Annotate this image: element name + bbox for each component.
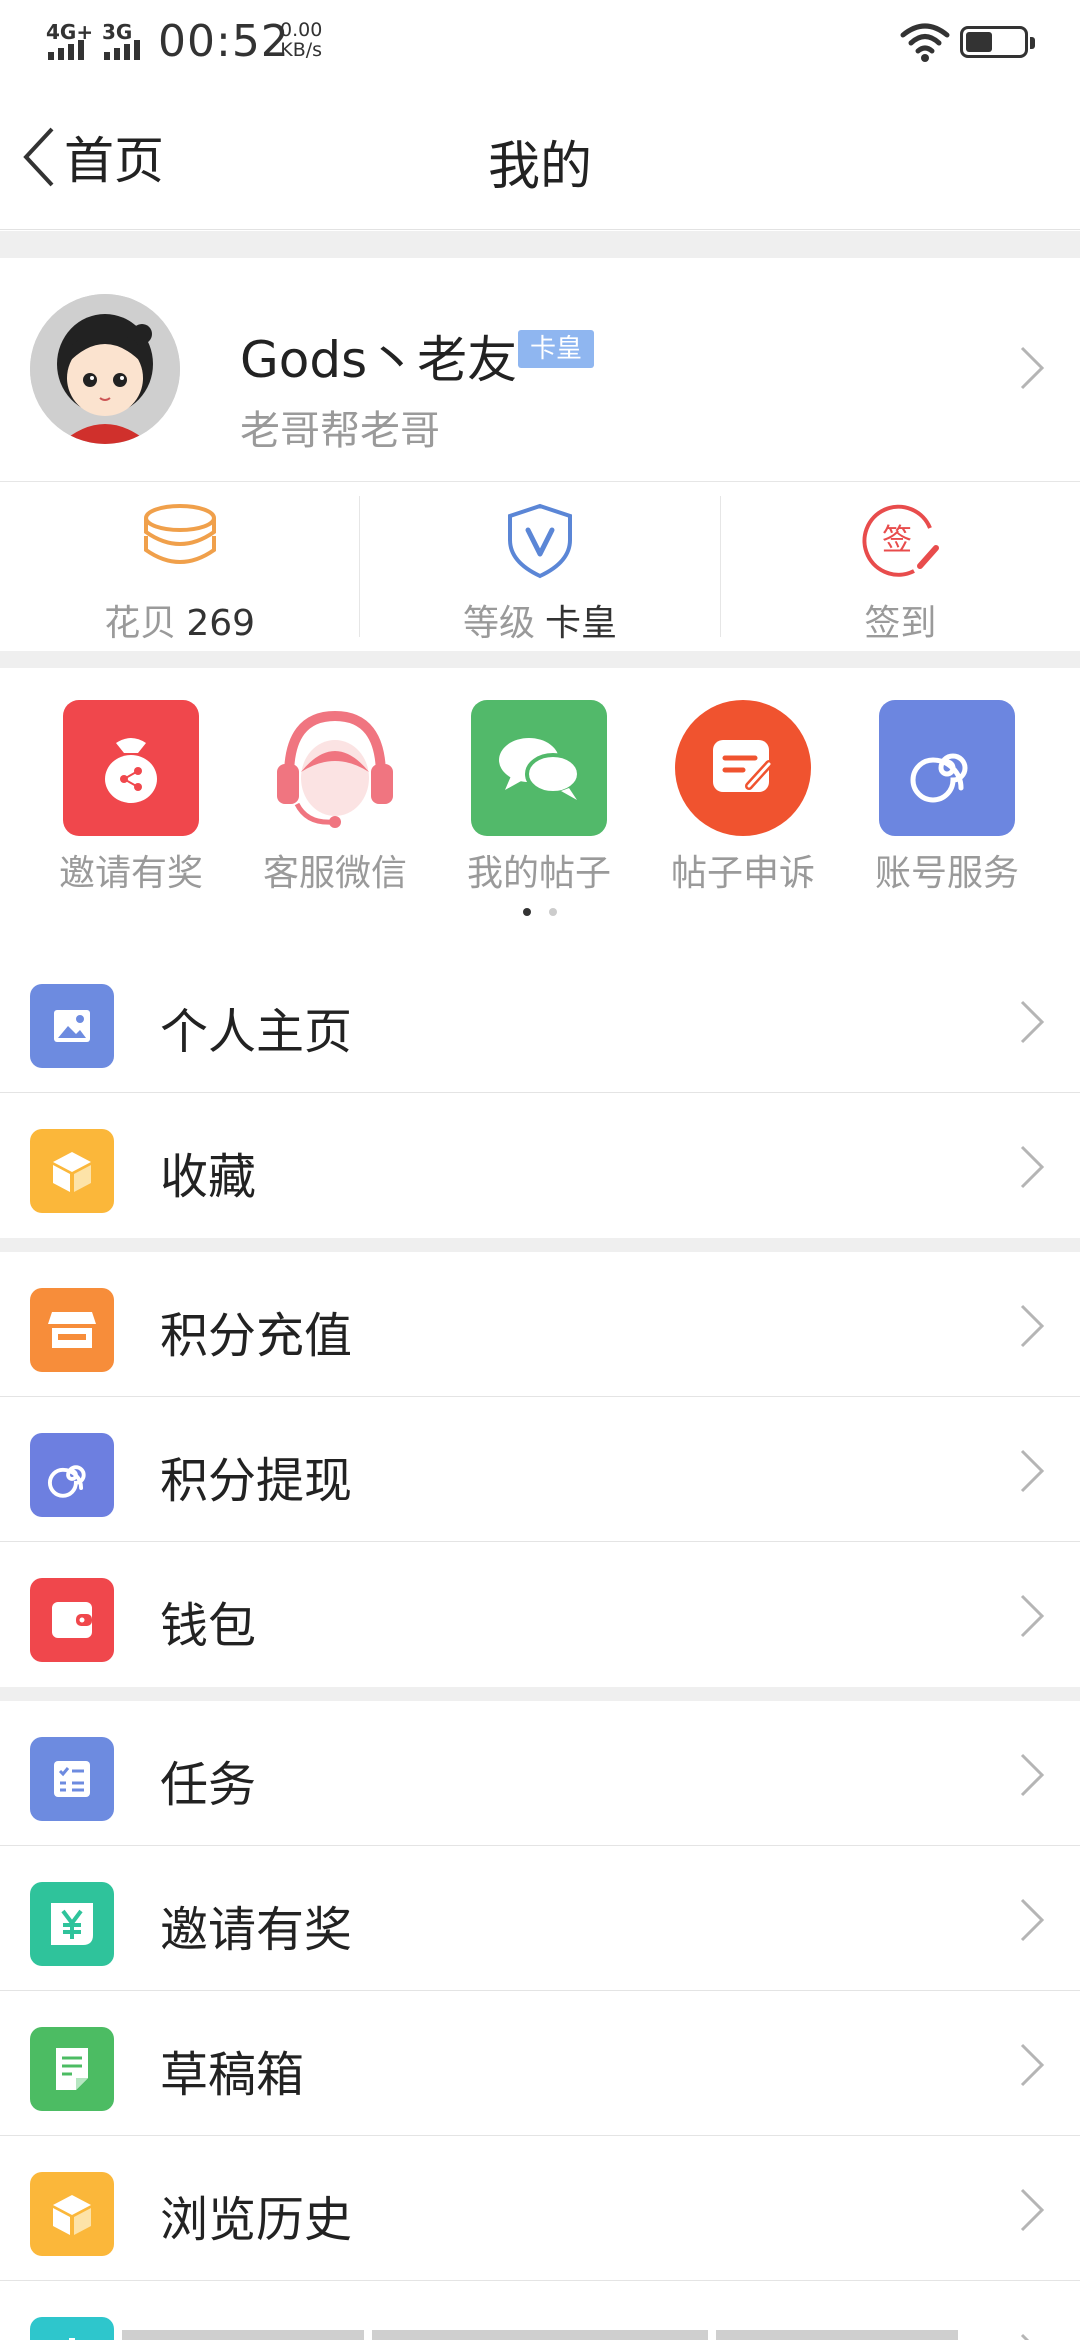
- sign-in-icon: 签: [862, 504, 940, 577]
- shortcut-label: 帖子申诉: [670, 853, 815, 894]
- network-speed-unit: KB/s: [280, 39, 323, 61]
- chevron-right-icon: [1020, 2043, 1045, 2087]
- shield-v-icon: [507, 503, 572, 579]
- battery-icon: [960, 26, 1035, 58]
- wifi-icon: [900, 23, 950, 62]
- chevron-right-icon: [1020, 2333, 1030, 2340]
- shortcut-invite[interactable]: 邀请有奖: [29, 700, 233, 896]
- menu-label: 钱包: [160, 1598, 257, 1654]
- chevron-right-icon: [1020, 1449, 1045, 1493]
- page-dot-active: [523, 908, 531, 916]
- clock: 00:52: [158, 16, 290, 67]
- section-divider: [0, 1687, 1080, 1701]
- signal-icon: [48, 40, 84, 60]
- menu-label: 任务: [160, 1757, 257, 1813]
- shortcut-post-appeal[interactable]: 帖子申诉: [641, 700, 845, 896]
- stat-sign-in[interactable]: 签 签到: [719, 496, 1080, 644]
- edit-note-icon: [675, 700, 811, 836]
- chevron-right-icon: [1020, 2188, 1045, 2232]
- chevron-right-icon: [1020, 1753, 1045, 1797]
- section-divider: [0, 1238, 1080, 1252]
- menu-label: 积分提现: [160, 1453, 353, 1509]
- user-name: Gods丶老友: [240, 331, 518, 389]
- chevron-right-icon: [1020, 1594, 1045, 1638]
- chevron-right-icon: [1020, 346, 1045, 390]
- chevron-right-icon: [1020, 1898, 1045, 1942]
- menu-item-drafts[interactable]: 草稿箱: [0, 1991, 1080, 2136]
- network-speed-value: 0.00: [280, 19, 323, 41]
- stat-value: 卡皇: [544, 603, 617, 644]
- stat-label: 花贝: [104, 603, 177, 644]
- menu-label: 收藏: [160, 1149, 257, 1205]
- page-title: 我的: [487, 137, 592, 197]
- stat-points[interactable]: 花贝 269: [0, 482, 359, 651]
- shop-icon: [30, 1288, 114, 1372]
- draft-icon: [30, 2027, 114, 2111]
- shortcut-customer-service[interactable]: 客服微信: [233, 700, 437, 896]
- chat-bubbles-icon: [471, 700, 607, 836]
- spiral-icon: [30, 1433, 114, 1517]
- stat-value: 269: [186, 603, 256, 644]
- avatar[interactable]: [30, 294, 180, 444]
- stat-label: 等级: [462, 603, 535, 644]
- chevron-right-icon: [1020, 1145, 1045, 1189]
- shortcut-label: 客服微信: [262, 853, 407, 894]
- chevron-right-icon: [1020, 1304, 1045, 1348]
- checklist-icon: [30, 1737, 114, 1821]
- menu-label: 草稿箱: [160, 2047, 305, 2103]
- menu-item-wallet[interactable]: 钱包: [0, 1542, 1080, 1687]
- menu-item-points-recharge[interactable]: 积分充值: [0, 1252, 1080, 1397]
- menu-label: 积分充值: [160, 1308, 353, 1364]
- user-signature: 老哥帮老哥: [240, 408, 440, 454]
- menu-label: 邀请有奖: [160, 1902, 353, 1958]
- menu-item-profile-page[interactable]: 个人主页: [0, 948, 1080, 1093]
- menu-item-favorites[interactable]: 收藏: [0, 1093, 1080, 1238]
- money-bag-icon: [63, 700, 199, 836]
- avatar-image: [30, 294, 180, 444]
- section-divider: [0, 231, 1080, 258]
- stats-row: 花贝 269 等级 卡皇 签 签到: [0, 481, 1080, 651]
- shortcut-grid: 邀请有奖 客服微信 我的帖子 帖子申诉 账号服务: [0, 668, 1080, 940]
- sign-in-glyph: 签: [882, 523, 912, 558]
- wallet-icon: [30, 1578, 114, 1662]
- menu-item-invite-reward[interactable]: 邀请有奖: [0, 1846, 1080, 1991]
- shortcut-my-posts[interactable]: 我的帖子: [437, 700, 641, 896]
- image-icon: [30, 984, 114, 1068]
- tab-bar-segment: [372, 2330, 708, 2340]
- shortcut-label: 邀请有奖: [58, 853, 203, 894]
- menu-item-points-withdraw[interactable]: 积分提现: [0, 1397, 1080, 1542]
- stat-label: 签到: [864, 603, 937, 644]
- nav-bar: 首页 我的: [0, 84, 1080, 230]
- shortcut-label: 我的帖子: [466, 853, 611, 894]
- menu-label: 个人主页: [160, 1004, 353, 1060]
- page-indicator: [0, 908, 1080, 916]
- tab-bar-segment: [122, 2330, 364, 2340]
- gear-icon: [30, 2317, 114, 2340]
- box-icon: [30, 2172, 114, 2256]
- coins-stack-icon: [143, 504, 216, 564]
- box-icon: [30, 1129, 114, 1213]
- network-speed: 0.00 KB/s: [280, 20, 322, 60]
- shortcut-account-service[interactable]: 账号服务: [845, 700, 1049, 896]
- tab-bar-segment: [716, 2330, 958, 2340]
- profile-card[interactable]: Gods丶老友 卡皇 老哥帮老哥: [0, 258, 1080, 480]
- shortcut-label: 账号服务: [874, 853, 1019, 894]
- menu-label: 浏览历史: [160, 2192, 353, 2248]
- menu-item-tasks[interactable]: 任务: [0, 1701, 1080, 1846]
- page-dot: [549, 908, 557, 916]
- level-badge: 卡皇: [518, 330, 595, 368]
- spiral-icon: [879, 700, 1015, 836]
- status-bar: 4G+ 3G 00:52 0.00 KB/s: [0, 0, 1080, 84]
- signal-icon: [104, 40, 140, 60]
- yen-icon: [30, 1882, 114, 1966]
- headset-icon: [267, 700, 403, 836]
- chevron-right-icon: [1020, 1000, 1045, 1044]
- menu-item-browse-history[interactable]: 浏览历史: [0, 2136, 1080, 2281]
- section-divider: [0, 651, 1080, 668]
- stat-level[interactable]: 等级 卡皇: [359, 496, 719, 644]
